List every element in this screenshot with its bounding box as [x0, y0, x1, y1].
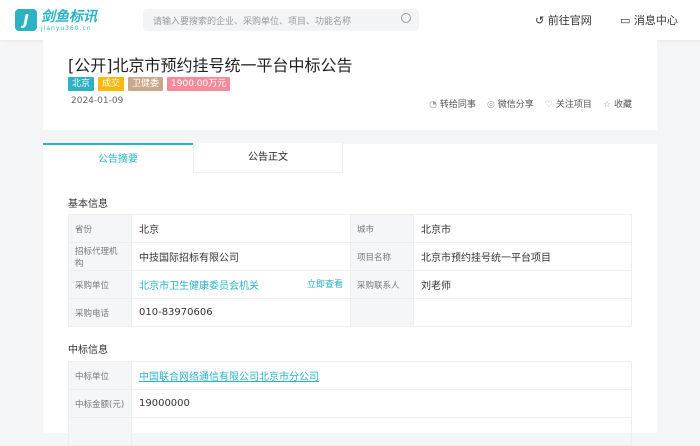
contact-label: 采购联系人: [350, 270, 414, 299]
publish-date: 2024-01-09: [71, 96, 124, 106]
table-row: 采购单位 北京市卫生健康委员会机关 立即查看 采购联系人 刘老师: [68, 270, 632, 299]
winner-link[interactable]: 中国联合网络通信有限公司北京市分公司: [139, 372, 319, 383]
agency-label: 招标代理机构: [68, 242, 132, 271]
table-row: 采购电话 010-83970606: [68, 298, 632, 327]
contact-value: 刘老师: [413, 270, 632, 299]
table-row: 招标代理机构 中技国际招标有限公司 项目名称 北京市预约挂号统一平台项目: [68, 242, 632, 271]
city-label: 城市: [350, 214, 414, 243]
tag-industry: 卫健委: [128, 77, 164, 91]
message-icon: ▭: [620, 14, 634, 27]
buyer-link[interactable]: 北京市卫生健康委员会机关: [139, 281, 259, 292]
share-to-colleague-button[interactable]: ◔ 转给同事: [429, 97, 476, 110]
logo-subtext: jianyu360.cn: [41, 25, 92, 32]
top-header: J 剑鱼标讯 jianyu360.cn 请输入要搜索的企业、采购单位、项目、功能…: [0, 0, 700, 40]
province-value: 北京: [131, 214, 351, 243]
search-icon[interactable]: [401, 13, 411, 23]
follow-project-button[interactable]: ♡ 关注项目: [545, 97, 592, 110]
amount-label: 中标金额(元): [68, 389, 132, 418]
city-value: 北京市: [413, 214, 632, 243]
province-label: 省份: [68, 214, 132, 243]
action-label: 微信分享: [497, 100, 534, 110]
win-info-table: 中标单位 中国联合网络通信有限公司北京市分公司 中标金额(元) 19000000: [68, 361, 632, 446]
action-label: 关注项目: [555, 100, 592, 110]
favorite-button[interactable]: ☆ 收藏: [603, 97, 632, 110]
win-info-heading: 中标信息: [68, 345, 108, 356]
table-row: 中标单位 中国联合网络通信有限公司北京市分公司: [68, 361, 632, 390]
official-site-link[interactable]: ↺ 前往官网: [535, 12, 592, 28]
basic-info-heading: 基本信息: [68, 199, 108, 210]
table-row: 省份 北京 城市 北京市: [68, 214, 632, 243]
tag-list: 北京 成交 卫健委 1900.00万元: [68, 77, 231, 91]
winner-label: 中标单位: [68, 361, 132, 390]
tag-status: 成交: [98, 77, 125, 91]
tag-amount: 1900.00万元: [167, 77, 231, 91]
action-label: 转给同事: [439, 100, 476, 110]
share-icon: ◔: [429, 100, 437, 110]
table-row: 中标金额(元) 19000000: [68, 389, 632, 418]
phone-label: 采购电话: [68, 298, 132, 327]
tag-region: 北京: [68, 77, 95, 91]
detail-card: 公告摘要 公告正文 基本信息 省份 北京 城市 北京市 招标代理机构 中技国际招标有限公…: [43, 143, 657, 446]
project-label: 项目名称: [350, 242, 414, 271]
phone-value: 010-83970606: [131, 298, 351, 327]
empty-label: [350, 298, 414, 327]
search-input[interactable]: 请输入要搜索的企业、采购单位、项目、功能名称: [143, 9, 419, 31]
project-value: 北京市预约挂号统一平台项目: [413, 242, 632, 271]
agency-value: 中技国际招标有限公司: [131, 242, 351, 271]
notice-header-card: [公开]北京市预约挂号统一平台中标公告 北京 成交 卫健委 1900.00万元 …: [43, 40, 657, 130]
view-now-link[interactable]: 立即查看: [307, 277, 343, 290]
action-label: 收藏: [613, 100, 632, 110]
logo-text[interactable]: 剑鱼标讯: [41, 6, 97, 26]
basic-info-table: 省份 北京 城市 北京市 招标代理机构 中技国际招标有限公司 项目名称 北京市预约挂号统一平…: [68, 214, 632, 327]
message-center-link[interactable]: ▭ 消息中心: [620, 12, 678, 28]
buyer-label: 采购单位: [68, 270, 132, 299]
official-site-label: 前往官网: [547, 14, 592, 27]
page-title: [公开]北京市预约挂号统一平台中标公告: [68, 56, 353, 75]
empty-value: [413, 298, 632, 327]
search-placeholder: 请输入要搜索的企业、采购单位、项目、功能名称: [153, 17, 352, 27]
return-icon: ↺: [535, 14, 548, 27]
tab-summary[interactable]: 公告摘要: [43, 143, 193, 173]
heart-icon: ♡: [544, 100, 553, 110]
tab-full-text[interactable]: 公告正文: [193, 143, 343, 173]
message-center-label: 消息中心: [633, 14, 678, 27]
logo-icon[interactable]: J: [15, 9, 37, 31]
wechat-share-button[interactable]: ◎ 微信分享: [487, 97, 534, 110]
star-icon: ☆: [602, 100, 611, 110]
wechat-icon: ◎: [486, 100, 495, 110]
amount-value: 19000000: [131, 389, 632, 418]
